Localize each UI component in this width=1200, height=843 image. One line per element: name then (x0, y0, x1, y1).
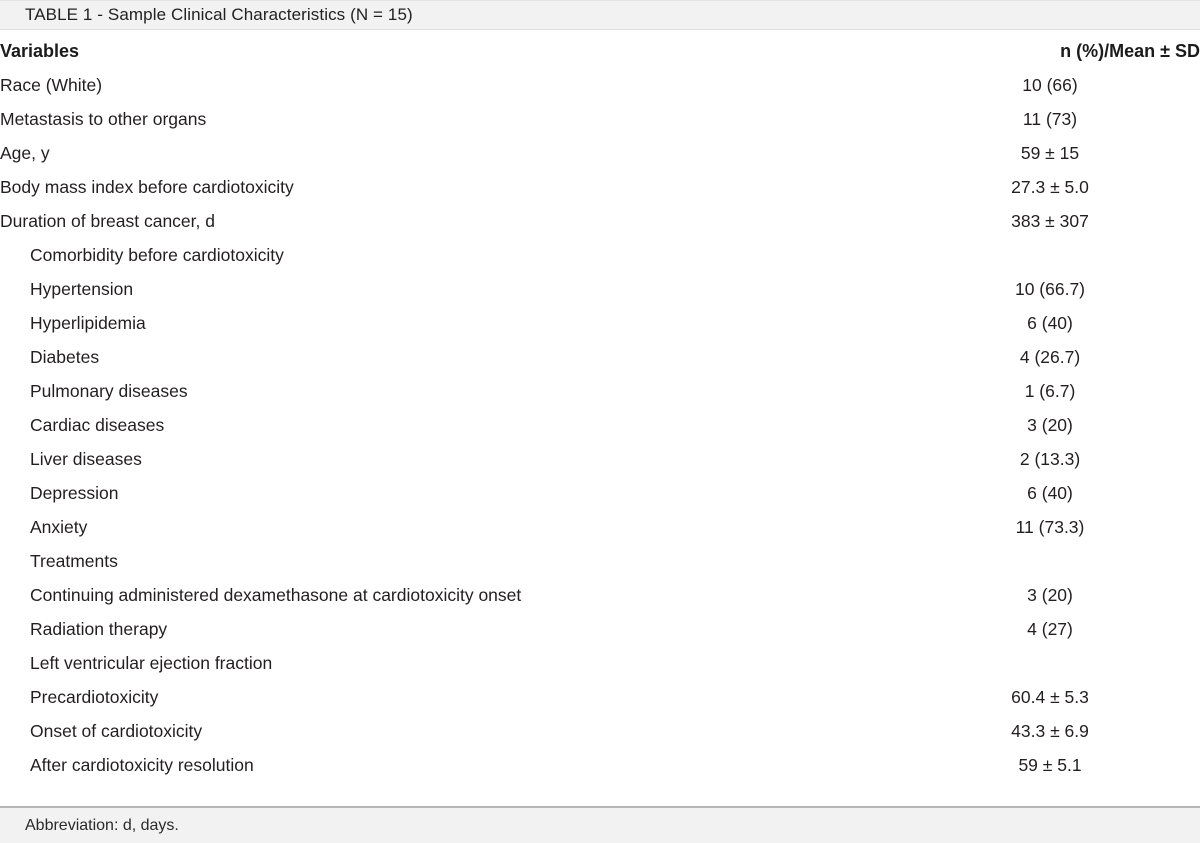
row-label: After cardiotoxicity resolution (30, 754, 254, 775)
row-label: Diabetes (30, 346, 100, 367)
row-label: Precardiotoxicity (30, 686, 159, 707)
row-value: 59 ± 5.1 (1018, 754, 1082, 775)
table-row: Comorbidity before cardiotoxicity (0, 238, 1200, 272)
row-label: Race (White) (0, 74, 103, 95)
table-row: Anxiety 11 (73.3) (0, 510, 1200, 544)
row-value: 59 ± 15 (1020, 142, 1080, 163)
table-row: Age, y 59 ± 15 (0, 136, 1200, 170)
row-value: 3 (20) (1027, 584, 1073, 605)
table-row: Duration of breast cancer, d 383 ± 307 (0, 204, 1200, 238)
row-value: 1 (6.7) (1024, 380, 1076, 401)
table-row: Onset of cardiotoxicity 43.3 ± 6.9 (0, 714, 1200, 748)
table-row: Left ventricular ejection fraction (0, 646, 1200, 680)
row-label: Cardiac diseases (30, 414, 165, 435)
row-value: 27.3 ± 5.0 (1011, 176, 1089, 197)
row-label: Metastasis to other organs (0, 108, 207, 129)
row-label: Hypertension (30, 278, 134, 299)
table-row: Metastasis to other organs 11 (73) (0, 102, 1200, 136)
row-value: 11 (73.3) (1015, 516, 1085, 537)
row-label: Comorbidity before cardiotoxicity (30, 244, 284, 265)
table-row: Body mass index before cardiotoxicity 27.… (0, 170, 1200, 204)
table-row: Treatments (0, 544, 1200, 578)
row-value: 6 (40) (1027, 482, 1073, 503)
table-row: Diabetes 4 (26.7) (0, 340, 1200, 374)
row-value: 43.3 ± 6.9 (1011, 720, 1089, 741)
table-footnote: Abbreviation: d, days. (0, 806, 1200, 843)
table-row: Radiation therapy 4 (27) (0, 612, 1200, 646)
row-value: 383 ± 307 (1011, 210, 1089, 231)
clinical-characteristics-table-container: TABLE 1 - Sample Clinical Characteristic… (0, 0, 1200, 843)
row-label: Age, y (0, 142, 50, 163)
table-row: Cardiac diseases 3 (20) (0, 408, 1200, 442)
row-value (900, 238, 1200, 272)
row-label: Left ventricular ejection fraction (30, 652, 273, 673)
table-body: Variables n (%)/Mean ± SD Race (White) 10… (0, 30, 1200, 806)
row-value (900, 544, 1200, 578)
table-row: Liver diseases 2 (13.3) (0, 442, 1200, 476)
table-header-row: Variables n (%)/Mean ± SD (0, 35, 1200, 68)
table-row: Race (White) 10 (66) (0, 68, 1200, 102)
table-rows-body: Race (White) 10 (66) Metastasis to other o… (0, 68, 1200, 782)
row-label: Radiation therapy (30, 618, 168, 639)
row-value: 4 (27) (1027, 618, 1073, 639)
row-value: 3 (20) (1027, 414, 1073, 435)
table-row: Precardiotoxicity 60.4 ± 5.3 (0, 680, 1200, 714)
row-label: Hyperlipidemia (30, 312, 146, 333)
row-label: Liver diseases (30, 448, 142, 469)
row-label: Continuing administered dexamethasone at… (30, 584, 522, 605)
row-value: 4 (26.7) (1019, 346, 1081, 367)
row-label: Anxiety (30, 516, 88, 537)
table-row: Hyperlipidemia 6 (40) (0, 306, 1200, 340)
row-value: 10 (66.7) (1014, 278, 1086, 299)
row-label: Body mass index before cardiotoxicity (0, 176, 294, 197)
table-row: Pulmonary diseases 1 (6.7) (0, 374, 1200, 408)
row-label: Duration of breast cancer, d (0, 210, 215, 231)
table-row: Hypertension 10 (66.7) (0, 272, 1200, 306)
clinical-characteristics-table: Variables n (%)/Mean ± SD Race (White) 10… (0, 35, 1200, 782)
table-row: After cardiotoxicity resolution 59 ± 5.1 (0, 748, 1200, 782)
table-caption: TABLE 1 - Sample Clinical Characteristic… (0, 0, 1200, 30)
column-header-variables: Variables (0, 41, 80, 61)
row-label: Treatments (30, 550, 118, 571)
column-header-value: n (%)/Mean ± SD (1060, 41, 1200, 61)
row-value: 10 (66) (1022, 74, 1078, 95)
row-label: Depression (30, 482, 119, 503)
table-row: Depression 6 (40) (0, 476, 1200, 510)
row-value: 60.4 ± 5.3 (1011, 686, 1089, 707)
row-label: Pulmonary diseases (30, 380, 188, 401)
row-value: 2 (13.3) (1019, 448, 1081, 469)
row-value: 6 (40) (1027, 312, 1073, 333)
table-row: Continuing administered dexamethasone at… (0, 578, 1200, 612)
row-label: Onset of cardiotoxicity (30, 720, 203, 741)
row-value (900, 646, 1200, 680)
row-value: 11 (73) (1022, 108, 1078, 129)
